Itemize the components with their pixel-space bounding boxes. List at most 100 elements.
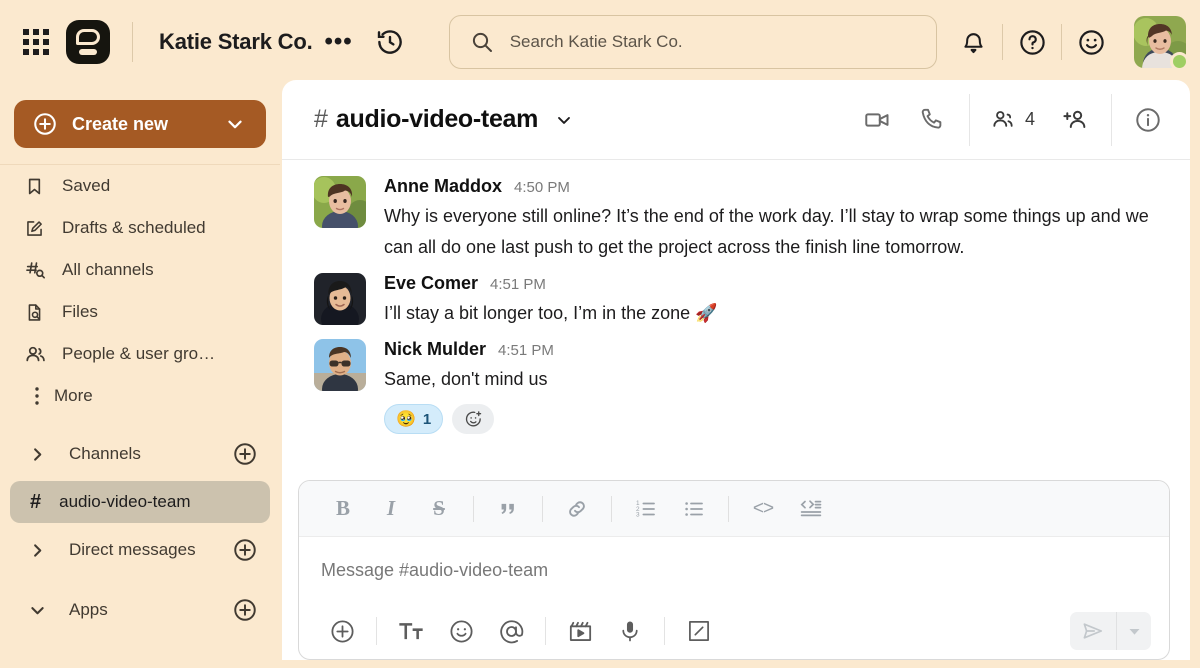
message-text: Same, don't mind us: [384, 364, 1160, 395]
reaction-pill[interactable]: 🥹 1: [384, 404, 443, 434]
message-item: Nick Mulder 4:51 PM Same, don't mind us …: [282, 333, 1190, 438]
video-clip-icon[interactable]: [555, 609, 605, 653]
message-timestamp[interactable]: 4:51 PM: [498, 342, 554, 359]
mention-icon[interactable]: [486, 609, 536, 653]
toolbar-separator: [611, 496, 612, 522]
code-glyph: <>: [753, 498, 773, 520]
message-body: Nick Mulder 4:51 PM Same, don't mind us …: [384, 339, 1160, 434]
chevron-down-icon: [28, 601, 47, 620]
hash-icon: #: [314, 105, 328, 134]
add-channel-button[interactable]: [232, 441, 258, 467]
link-icon[interactable]: [553, 489, 601, 529]
channel-header-separator: [1111, 94, 1112, 146]
composer-separator: [376, 617, 377, 645]
bell-icon[interactable]: [944, 12, 1002, 72]
message-list: Anne Maddox 4:50 PM Why is everyone stil…: [282, 160, 1190, 438]
message-input[interactable]: Message #audio-video-team: [299, 537, 1169, 603]
phone-icon[interactable]: [905, 80, 961, 160]
sidebar-channel-audio-video-team[interactable]: # audio-video-team: [10, 481, 270, 523]
message-body: Anne Maddox 4:50 PM Why is everyone stil…: [384, 176, 1160, 263]
strikethrough-glyph: S: [433, 496, 445, 521]
slash-command-icon[interactable]: [674, 609, 724, 653]
anne-maddox-avatar[interactable]: [314, 176, 366, 228]
file-search-icon: [24, 302, 54, 323]
ordered-list-icon[interactable]: 1 2 3: [622, 489, 670, 529]
message-author[interactable]: Nick Mulder: [384, 339, 486, 360]
reaction-count: 1: [423, 411, 431, 428]
smiley-face-icon[interactable]: [1062, 12, 1120, 72]
code-icon[interactable]: <>: [739, 489, 787, 529]
nick-mulder-avatar[interactable]: [314, 339, 366, 391]
bulleted-list-icon[interactable]: [670, 489, 718, 529]
sidebar-group-apps[interactable]: Apps: [0, 587, 280, 633]
sidebar-group-channels[interactable]: Channels: [0, 431, 280, 477]
message-timestamp[interactable]: 4:51 PM: [490, 276, 546, 293]
sidebar-item-all-channels[interactable]: All channels: [0, 249, 280, 291]
blockquote-icon[interactable]: [484, 489, 532, 529]
chevron-right-icon: [28, 445, 47, 464]
add-reaction-icon[interactable]: [452, 404, 494, 434]
bold-glyph: B: [336, 496, 350, 521]
chevron-down-icon: [554, 110, 574, 130]
sidebar-group-label: Direct messages: [69, 540, 196, 560]
message-author[interactable]: Eve Comer: [384, 273, 478, 294]
message-input-placeholder: Message #audio-video-team: [321, 560, 548, 581]
sidebar-item-files[interactable]: Files: [0, 291, 280, 333]
sidebar: Create new Saved Dra: [0, 84, 280, 668]
topbar-actions: [944, 0, 1200, 84]
text-format-icon[interactable]: [386, 609, 436, 653]
send-arrow-icon[interactable]: [1070, 612, 1116, 650]
message-item: Anne Maddox 4:50 PM Why is everyone stil…: [282, 170, 1190, 267]
sidebar-item-saved[interactable]: Saved: [0, 165, 280, 207]
question-circle-icon[interactable]: [1003, 12, 1061, 72]
avatar[interactable]: [1134, 16, 1186, 68]
search-input[interactable]: Search Katie Stark Co.: [449, 15, 937, 69]
apps-grid-icon[interactable]: [22, 28, 50, 56]
video-camera-icon[interactable]: [849, 80, 905, 160]
add-person-icon[interactable]: [1047, 80, 1103, 160]
sidebar-channel-label: audio-video-team: [59, 492, 190, 512]
italic-icon[interactable]: I: [367, 489, 415, 529]
create-new-button[interactable]: Create new: [14, 100, 266, 148]
members-button[interactable]: 4: [978, 80, 1047, 160]
topbar-divider: [132, 22, 133, 62]
hash-search-icon: [24, 259, 54, 281]
presence-indicator: [1170, 52, 1189, 71]
workspace-more-button[interactable]: •••: [325, 35, 353, 49]
toolbar-separator: [728, 496, 729, 522]
workspace-name[interactable]: Katie Stark Co.: [159, 29, 313, 55]
logo-bar-shape: [79, 49, 97, 55]
channel-title[interactable]: # audio-video-team: [314, 105, 574, 134]
sidebar-item-drafts-scheduled[interactable]: Drafts & scheduled: [0, 207, 280, 249]
channel-name: audio-video-team: [336, 105, 538, 134]
strikethrough-icon[interactable]: S: [415, 489, 463, 529]
create-new-label: Create new: [72, 114, 168, 135]
attach-plus-icon[interactable]: [317, 609, 367, 653]
workspace-logo-icon[interactable]: [66, 20, 110, 64]
add-dm-button[interactable]: [232, 537, 258, 563]
sidebar-item-label: Saved: [62, 176, 110, 196]
composer-separator: [545, 617, 546, 645]
history-clock-icon[interactable]: [375, 27, 405, 57]
message-author[interactable]: Anne Maddox: [384, 176, 502, 197]
message-timestamp[interactable]: 4:50 PM: [514, 179, 570, 196]
add-app-button[interactable]: [232, 597, 258, 623]
kebab-menu-icon: [24, 385, 50, 407]
microphone-icon[interactable]: [605, 609, 655, 653]
chevron-down-icon: [224, 113, 246, 135]
eve-comer-avatar[interactable]: [314, 273, 366, 325]
sidebar-item-more[interactable]: More: [0, 375, 280, 417]
send-options-chevron-down-icon[interactable]: [1117, 612, 1151, 650]
message-meta: Anne Maddox 4:50 PM: [384, 176, 1160, 197]
pencil-square-icon: [24, 218, 54, 239]
sidebar-group-direct-messages[interactable]: Direct messages: [0, 527, 280, 573]
code-block-icon[interactable]: [787, 489, 835, 529]
reaction-emoji: 🥹: [396, 409, 416, 429]
info-circle-icon[interactable]: [1120, 80, 1176, 160]
sidebar-item-people-user-groups[interactable]: People & user gro…: [0, 333, 280, 375]
sidebar-item-label: Files: [62, 302, 98, 322]
toolbar-separator: [542, 496, 543, 522]
message-body: Eve Comer 4:51 PM I’ll stay a bit longer…: [384, 273, 1160, 329]
emoji-icon[interactable]: [436, 609, 486, 653]
bold-icon[interactable]: B: [319, 489, 367, 529]
